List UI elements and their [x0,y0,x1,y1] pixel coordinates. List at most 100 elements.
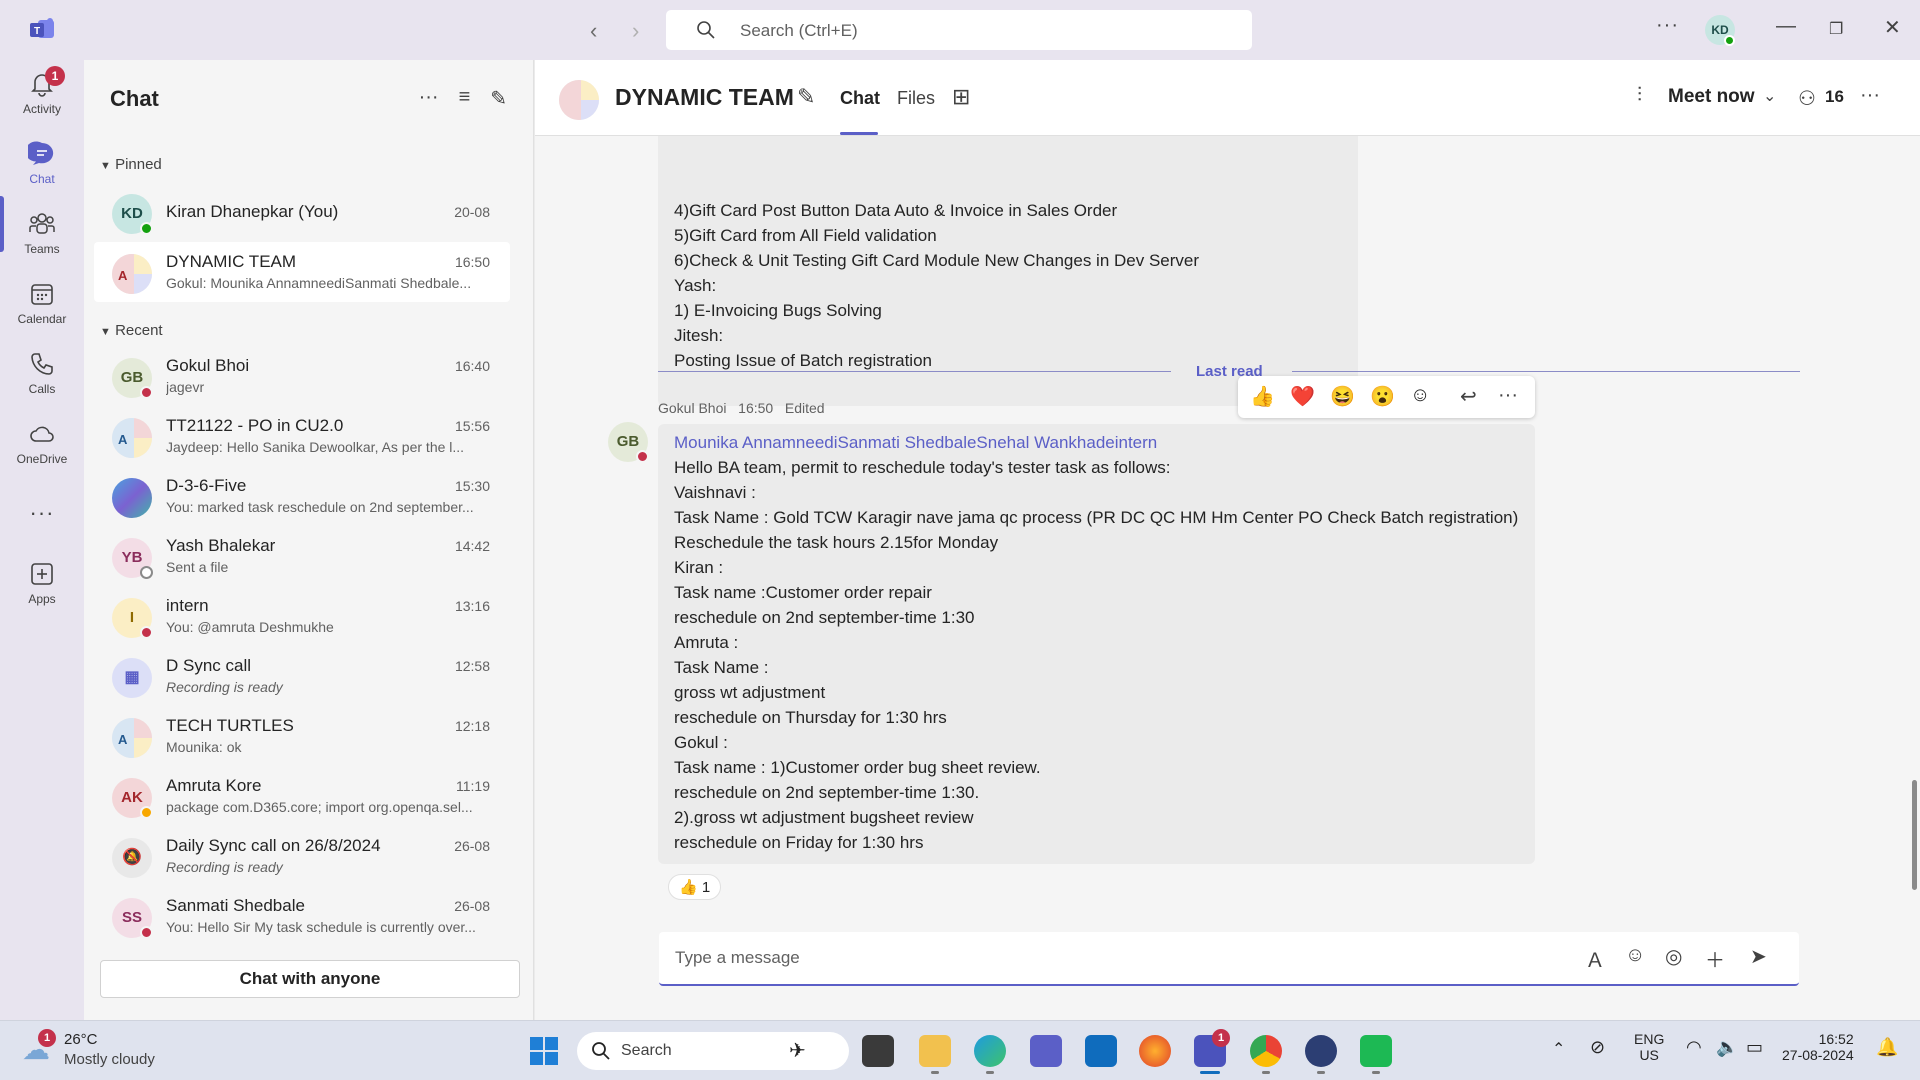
more-options-icon[interactable]: ··· [1860,84,1880,107]
pinned-section-toggle[interactable]: ▼ Pinned [100,156,162,173]
battery-icon[interactable]: ▭ [1746,1037,1763,1058]
network-off-icon[interactable]: ⊘ [1590,1037,1605,1058]
laugh-reaction-icon[interactable]: 😆 [1330,384,1355,409]
chat-item-dynamic-team[interactable]: A DYNAMIC TEAM 16:50 Gokul: Mounika Anna… [94,242,510,302]
svg-text:T: T [34,26,40,37]
reply-icon[interactable]: ↩ [1460,384,1477,409]
chat-item-daily-sync[interactable]: 🔕 Daily Sync call on 26/8/2024 26-08 Rec… [94,826,510,886]
rail-item-chat[interactable]: Chat [0,140,84,186]
chevron-down-icon[interactable]: ⌄ [1763,86,1776,106]
chat-item-sanmati[interactable]: SS Sanmati Shedbale 26-08 You: Hello Sir… [94,886,510,946]
back-arrow-icon[interactable]: ‹ [590,18,597,44]
loop-icon[interactable]: ◎ [1665,944,1682,969]
windows-taskbar: ☁ 1 26°C Mostly cloudy Search ✈ 1 ⌃ ⊘ EN… [0,1020,1920,1080]
heart-reaction-icon[interactable]: ❤️ [1290,384,1315,409]
wifi-icon[interactable]: ◠ [1686,1037,1702,1058]
chat-list-title: Chat [110,86,159,111]
chat-time: 20-08 [454,204,490,220]
rail-item-apps[interactable]: Apps [0,560,84,606]
eclipse-icon[interactable] [1305,1035,1337,1067]
taskbar-search[interactable]: Search ✈ [577,1032,849,1070]
minimize-icon[interactable]: — [1776,15,1796,38]
chrome-icon[interactable] [1250,1035,1282,1067]
chat-preview: Sent a file [166,559,229,575]
chat-with-anyone-button[interactable]: Chat with anyone [100,960,520,998]
attach-plus-icon[interactable]: ＋ [1705,944,1725,973]
chat-item-d-sync-call[interactable]: ▦ D Sync call 12:58 Recording is ready [94,646,510,706]
windows-start-icon[interactable] [528,1035,560,1067]
rail-item-label: Chat [29,172,55,186]
search-icon [592,1042,610,1060]
emoji-icon[interactable]: ☺ [1625,944,1645,967]
chat-item-yash[interactable]: YB Yash Bhalekar 14:42 Sent a file [94,526,510,586]
chat-item-amruta[interactable]: AK Amruta Kore 11:19 package com.D365.co… [94,766,510,826]
clock[interactable]: 16:52 27-08-2024 [1782,1031,1854,1063]
chat-item-d365[interactable]: D-3-6-Five 15:30 You: marked task resche… [94,466,510,526]
volume-icon[interactable]: 🔈 [1716,1037,1738,1058]
settings-more-icon[interactable]: ··· [1656,14,1679,37]
scrollbar[interactable] [1912,780,1917,890]
chat-preview: You: @amruta Deshmukhe [166,619,334,635]
add-tab-icon[interactable]: ⊞ [952,84,970,110]
notification-bell-icon[interactable]: 🔔 [1876,1037,1898,1058]
like-reaction-icon[interactable]: 👍 [1250,384,1275,409]
like-reaction-pill[interactable]: 👍 1 [668,874,722,900]
chat-name: Yash Bhalekar [166,536,276,555]
new-chat-icon[interactable]: ✎ [490,86,507,111]
more-options-icon[interactable]: ··· [1498,384,1518,407]
phone-icon [31,353,53,375]
language-indicator[interactable]: ENG US [1634,1031,1664,1063]
forward-arrow-icon[interactable]: › [632,18,639,44]
more-options-icon[interactable]: ··· [419,86,439,111]
chat-item-intern[interactable]: I intern 13:16 You: @amruta Deshmukhe [94,586,510,646]
recent-section-toggle[interactable]: ▼ Recent [100,322,163,339]
rail-item-calls[interactable]: Calls [0,350,84,396]
chevron-up-icon[interactable]: ⌃ [1552,1039,1565,1059]
format-icon[interactable]: Ａ [1585,944,1605,973]
task-view-icon[interactable] [862,1035,894,1067]
search-input[interactable]: Search (Ctrl+E) [666,10,1252,50]
active-app-indicator [1200,1071,1220,1074]
rail-item-calendar[interactable]: Calendar [0,280,84,326]
tab-chat[interactable]: Chat [840,88,880,109]
people-icon: ⚇ [1798,88,1816,110]
teams-icon[interactable] [1030,1035,1062,1067]
chat-preview: Jaydeep: Hello Sanika Dewoolkar, As per … [166,439,465,455]
store-icon[interactable] [1085,1035,1117,1067]
active-tab-indicator [840,132,878,135]
weather-temperature[interactable]: 26°C [64,1031,98,1048]
weather-description[interactable]: Mostly cloudy [64,1051,155,1068]
recent-label: Recent [115,322,163,339]
app-rail: Activity 1 Chat Teams Calendar Calls One… [0,60,84,1020]
edit-pencil-icon[interactable]: ✎ [797,84,815,110]
participant-count[interactable]: 16 [1825,87,1844,107]
rail-item-teams[interactable]: Teams [0,210,84,256]
add-reaction-icon[interactable]: ☺ [1410,384,1430,407]
send-icon[interactable]: ➤ [1750,944,1767,969]
green-app-icon[interactable] [1360,1035,1392,1067]
message-bubble[interactable]: Mounika AnnamneediSanmati ShedbaleSnehal… [658,424,1535,864]
mention-line[interactable]: Mounika AnnamneediSanmati ShedbaleSnehal… [674,430,1518,455]
chat-item-tt21122[interactable]: A TT21122 - PO in CU2.0 15:56 Jaydeep: H… [94,406,510,466]
reaction-toolbar: 👍 ❤️ 😆 😮 ☺ ↩ ··· [1238,376,1535,418]
rail-item-activity[interactable]: Activity [0,70,84,116]
rail-item-onedrive[interactable]: OneDrive [0,420,84,466]
edge-icon[interactable] [974,1035,1006,1067]
tab-files[interactable]: Files [897,88,935,109]
firefox-icon[interactable] [1139,1035,1171,1067]
more-apps-icon[interactable]: ··· [0,500,84,526]
filter-icon[interactable]: ≡ [459,86,471,111]
close-icon[interactable]: ✕ [1884,15,1901,40]
chat-preview: Gokul: Mounika AnnamneediSanmati Shedbal… [166,275,472,291]
chat-item-tech-turtles[interactable]: A TECH TURTLES 12:18 Mounika: ok [94,706,510,766]
meet-now-button[interactable]: Meet now [1668,86,1755,108]
chat-item-kiran[interactable]: KD Kiran Dhanepkar (You) 20-08 [94,182,510,242]
file-explorer-icon[interactable] [919,1035,951,1067]
chat-name: D Sync call [166,656,252,675]
restore-icon[interactable]: ❐ [1829,19,1843,39]
message-compose-box[interactable]: Type a message Ａ ☺ ◎ ＋ ➤ [659,932,1799,986]
chat-item-gokul[interactable]: GB Gokul Bhoi 16:40 jagevr [94,346,510,406]
presence-dnd-icon [140,926,153,939]
presence-busy-icon [636,450,649,463]
surprised-reaction-icon[interactable]: 😮 [1370,384,1395,409]
